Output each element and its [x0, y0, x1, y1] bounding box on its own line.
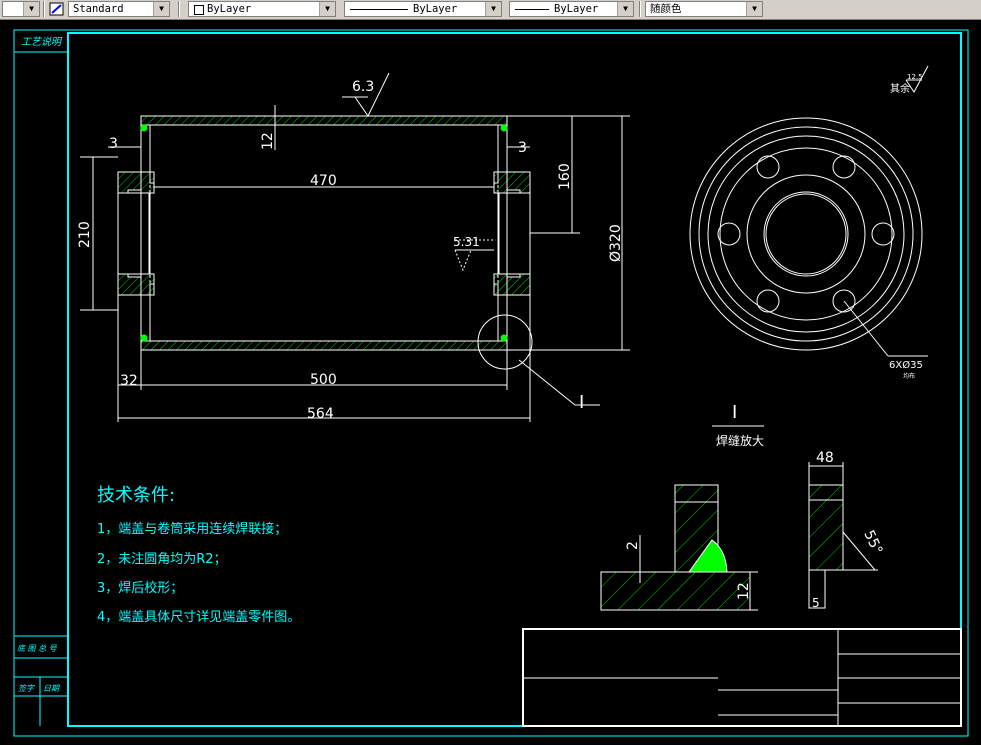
- linetype-dropdown[interactable]: ByLayer ▼: [344, 1, 502, 17]
- dim-weld-spec: 5.31: [453, 235, 480, 249]
- chevron-down-icon: ▼: [319, 2, 335, 16]
- chevron-down-icon: ▼: [23, 2, 39, 16]
- lineweight-value: ByLayer: [554, 3, 599, 15]
- color-swatch-icon: [194, 5, 204, 15]
- dim-right-gap: 3: [518, 140, 527, 156]
- lineweight-sample-icon: [515, 9, 549, 10]
- dim-flange-dia: 210: [77, 221, 93, 248]
- text-style-dropdown[interactable]: Standard ▼: [68, 1, 170, 17]
- dim-wall-thickness: 12: [260, 132, 276, 150]
- previous-dropdown[interactable]: ▼: [2, 1, 40, 17]
- dim-half-height: 160: [557, 163, 573, 190]
- toolbar-separator: [178, 1, 180, 17]
- sheet-border: [13, 29, 969, 737]
- properties-toolbar: ▼ Standard ▼ ByLayer ▼ ByLayer ▼ ByLayer…: [0, 0, 981, 20]
- holes-sub: 均布: [903, 372, 915, 380]
- detail-dim-48: 48: [816, 450, 834, 466]
- title-block: [522, 628, 962, 727]
- dim-left-gap: 3: [109, 136, 118, 152]
- detail-dim-5: 5: [812, 596, 820, 610]
- detail-dim-2: 2: [625, 541, 641, 550]
- detail-subtitle: 焊缝放大: [716, 433, 764, 448]
- technical-notes: 技术条件: 1，端盖与卷筒采用连续焊联接； 2，未注圆角均为R2； 3，焊后校形…: [97, 485, 300, 625]
- plot-style-dropdown[interactable]: 随颜色 ▼: [645, 1, 763, 17]
- note-item: 1，端盖与卷筒采用连续焊联接；: [97, 521, 287, 537]
- dim-surface-finish: 6.3: [352, 79, 374, 95]
- detail-dim-12: 12: [736, 582, 752, 600]
- dim-end-offset: 32: [120, 373, 138, 389]
- linetype-value: ByLayer: [413, 3, 458, 15]
- chevron-down-icon: ▼: [153, 2, 169, 16]
- notes-heading: 技术条件:: [97, 485, 175, 506]
- note-item: 2，未注圆角均为R2；: [97, 552, 227, 567]
- color-value: ByLayer: [207, 3, 252, 15]
- drawing-number-label: 底 图 总 号: [17, 644, 58, 653]
- chevron-down-icon: ▼: [746, 2, 762, 16]
- sign-label: 签字: [18, 684, 35, 693]
- lineweight-dropdown[interactable]: ByLayer ▼: [509, 1, 634, 17]
- drum-section-view: [117, 115, 600, 406]
- drawing-canvas[interactable]: 工艺说明 底 图 总 号 签字 日期 6.3 12 3 3 470 210 16…: [0, 19, 981, 745]
- roughness-other-label: 其余: [890, 82, 910, 95]
- dim-inner-length: 470: [310, 173, 337, 189]
- detail-marker: I: [579, 392, 584, 413]
- end-view: [689, 117, 928, 357]
- text-style-value: Standard: [73, 3, 124, 15]
- dim-shell-length: 500: [310, 372, 337, 388]
- toolbar-separator: [639, 1, 641, 17]
- process-label: 工艺说明: [21, 36, 63, 48]
- chevron-down-icon: ▼: [617, 2, 633, 16]
- toolbar-separator: [43, 1, 45, 17]
- detail-dim-55: 55°: [860, 528, 885, 557]
- chevron-down-icon: ▼: [485, 2, 501, 16]
- text-style-icon[interactable]: [49, 1, 65, 17]
- dim-overall-length: 564: [307, 406, 334, 422]
- color-dropdown[interactable]: ByLayer ▼: [188, 1, 336, 17]
- note-item: 3，焊后校形；: [97, 580, 183, 596]
- plot-style-value: 随颜色: [650, 3, 682, 15]
- date-label: 日期: [43, 684, 60, 693]
- holes-note: 6XØ35: [889, 359, 923, 371]
- note-item: 4，端盖具体尺寸详见端盖零件图。: [97, 610, 300, 625]
- dim-outer-dia: Ø320: [608, 224, 624, 262]
- detail-title: I: [732, 402, 737, 423]
- linetype-sample-icon: [350, 9, 408, 10]
